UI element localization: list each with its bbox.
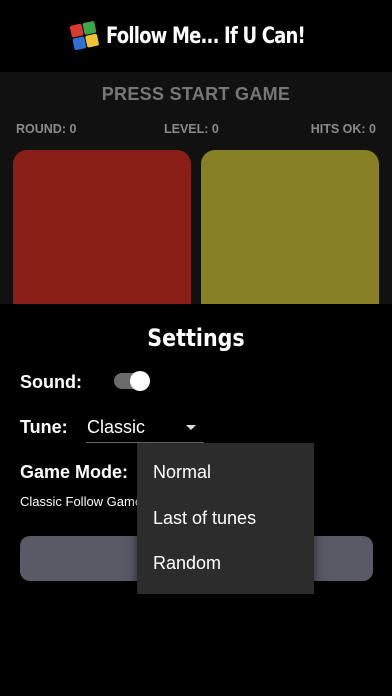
menu-item-normal[interactable]: Normal — [153, 462, 211, 483]
menu-item-last-of-tunes[interactable]: Last of tunes — [153, 508, 256, 529]
tune-select[interactable]: Classic — [86, 410, 204, 443]
app-header: Follow Me... If U Can! — [0, 0, 392, 72]
sound-label: Sound: — [20, 372, 82, 392]
chevron-down-icon — [186, 425, 196, 430]
hits-counter: HITS OK: 0 — [310, 122, 376, 136]
round-counter: ROUND: 0 — [16, 122, 77, 136]
game-mode-dropdown-menu: Normal Last of tunes Random — [137, 443, 314, 594]
level-counter: LEVEL: 0 — [164, 122, 219, 136]
sound-toggle[interactable] — [114, 371, 150, 391]
yellow-pad[interactable] — [201, 150, 379, 320]
settings-title: Settings — [147, 324, 245, 352]
game-area: PRESS START GAME ROUND: 0 LEVEL: 0 HITS … — [0, 72, 392, 320]
app-logo-icon — [69, 20, 100, 52]
tune-selected-value: Classic — [87, 417, 146, 437]
game-mode-description: Classic Follow Game — [20, 494, 143, 509]
game-status: PRESS START GAME — [101, 84, 291, 104]
menu-item-random[interactable]: Random — [153, 553, 221, 574]
game-stats: ROUND: 0 LEVEL: 0 HITS OK: 0 — [16, 122, 376, 138]
red-pad[interactable] — [13, 150, 191, 320]
tune-label: Tune: — [20, 417, 68, 437]
app-title: Follow Me... If U Can! — [105, 23, 306, 49]
toggle-knob — [130, 371, 150, 391]
game-mode-label: Game Mode: — [20, 462, 129, 482]
